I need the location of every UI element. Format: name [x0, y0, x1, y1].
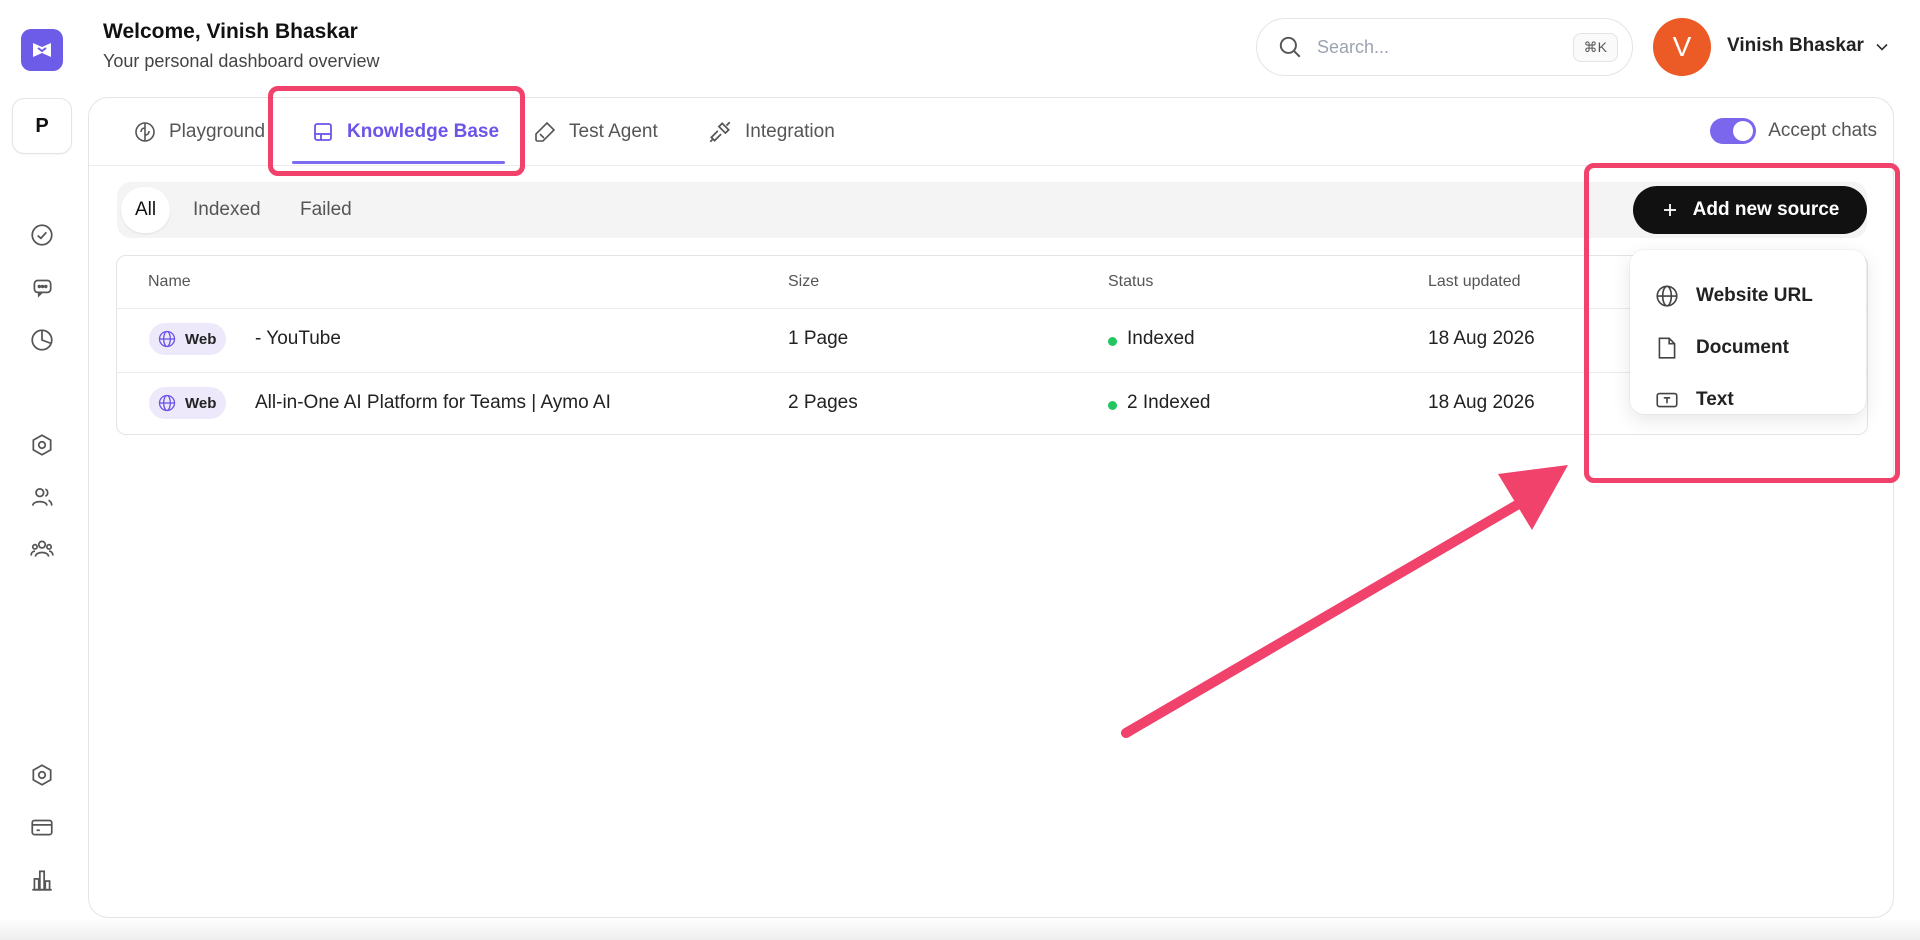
filter-bar: All Indexed Failed — [117, 182, 1867, 238]
plus-icon — [1661, 201, 1679, 219]
table-row[interactable]: Web All-in-One AI Platform for Teams | A… — [117, 372, 1867, 436]
page-subtitle: Your personal dashboard overview — [103, 51, 380, 71]
workspace-initial: P — [35, 114, 49, 137]
status-dot — [1108, 401, 1117, 410]
plug-icon — [707, 119, 733, 145]
source-updated: 18 Aug 2026 — [1428, 328, 1535, 349]
source-type-badge: Web — [149, 323, 227, 355]
add-new-source-label: Add new source — [1692, 199, 1840, 220]
search-box[interactable]: Search... ⌘K — [1256, 18, 1633, 76]
source-type-label: Web — [185, 394, 217, 412]
search-icon — [1277, 34, 1303, 60]
flask-icon — [533, 120, 557, 144]
avatar[interactable]: V — [1653, 18, 1711, 76]
page-title: Welcome, Vinish Bhaskar — [103, 20, 358, 43]
document-icon — [1654, 335, 1680, 361]
source-status: Indexed — [1127, 328, 1195, 349]
sidebar: P — [0, 0, 84, 940]
tab-playground[interactable]: Playground — [133, 98, 265, 166]
tab-bar: Playground Knowledge Base Test Agent Int… — [89, 98, 1893, 166]
menu-item-website-url[interactable]: Website URL — [1630, 270, 1866, 322]
source-type-badge: Web — [149, 387, 227, 419]
source-type-label: Web — [185, 330, 217, 348]
app-logo-icon[interactable] — [21, 29, 63, 71]
tab-label: Knowledge Base — [347, 121, 500, 142]
menu-item-text[interactable]: Text — [1630, 374, 1866, 426]
source-name[interactable]: All-in-One AI Platform for Teams | Aymo … — [255, 392, 611, 414]
globe-icon — [157, 329, 177, 349]
status-dot — [1108, 337, 1117, 346]
column-header-name: Name — [148, 273, 191, 290]
team-icon[interactable] — [26, 533, 58, 565]
bar-chart-icon[interactable] — [26, 864, 58, 896]
column-header-status: Status — [1108, 273, 1154, 290]
filter-failed[interactable]: Failed — [286, 187, 366, 233]
globe-icon — [157, 393, 177, 413]
add-source-menu: Website URL Document Text — [1630, 250, 1866, 414]
filter-all[interactable]: All — [121, 187, 171, 233]
brain-icon — [133, 120, 157, 144]
menu-item-label: Text — [1696, 389, 1734, 410]
search-shortcut-badge: ⌘K — [1572, 32, 1618, 62]
workspace-switcher[interactable]: P — [12, 98, 72, 154]
menu-item-label: Document — [1696, 337, 1789, 358]
column-header-last-updated: Last updated — [1428, 273, 1521, 290]
settings-icon[interactable] — [26, 759, 58, 791]
tab-integration[interactable]: Integration — [707, 98, 835, 166]
sources-table: Name Size Status Last updated Web - YouT… — [116, 255, 1868, 435]
credit-card-icon[interactable] — [26, 811, 58, 843]
text-icon — [1654, 387, 1680, 413]
source-status: 2 Indexed — [1127, 392, 1211, 413]
active-tab-indicator — [292, 161, 505, 164]
globe-icon — [1654, 283, 1680, 309]
bottom-edge — [0, 918, 1920, 940]
column-header-size: Size — [788, 273, 820, 290]
chat-bubbles-icon[interactable] — [26, 271, 58, 303]
tab-label: Integration — [745, 121, 835, 142]
source-updated: 18 Aug 2026 — [1428, 392, 1535, 413]
source-size: 1 Page — [788, 328, 849, 349]
tab-label: Playground — [169, 121, 266, 142]
accept-chats-label: Accept chats — [1768, 120, 1877, 141]
tab-knowledge-base[interactable]: Knowledge Base — [311, 98, 499, 166]
book-icon — [311, 120, 335, 144]
user-name[interactable]: Vinish Bhaskar — [1727, 35, 1864, 57]
add-new-source-button[interactable]: Add new source — [1633, 186, 1867, 234]
table-row[interactable]: Web - YouTube 1 Page Indexed 18 Aug 2026 — [117, 308, 1867, 372]
source-size: 2 Pages — [788, 392, 858, 413]
pie-chart-icon[interactable] — [26, 324, 58, 356]
settings-hex-icon[interactable] — [26, 429, 58, 461]
users-icon[interactable] — [26, 481, 58, 513]
filter-indexed[interactable]: Indexed — [179, 187, 275, 233]
source-name[interactable]: - YouTube — [255, 328, 341, 350]
menu-item-document[interactable]: Document — [1630, 322, 1866, 374]
tab-label: Test Agent — [569, 121, 658, 142]
accept-chats-control: Accept chats — [1710, 118, 1877, 144]
main-panel: Playground Knowledge Base Test Agent Int… — [88, 97, 1894, 918]
tab-test-agent[interactable]: Test Agent — [533, 98, 658, 166]
chevron-down-icon[interactable] — [1872, 37, 1892, 57]
accept-chats-toggle[interactable] — [1710, 118, 1757, 144]
check-circle-icon[interactable] — [26, 219, 58, 251]
search-input[interactable]: Search... — [1317, 37, 1573, 58]
menu-item-label: Website URL — [1696, 285, 1813, 306]
